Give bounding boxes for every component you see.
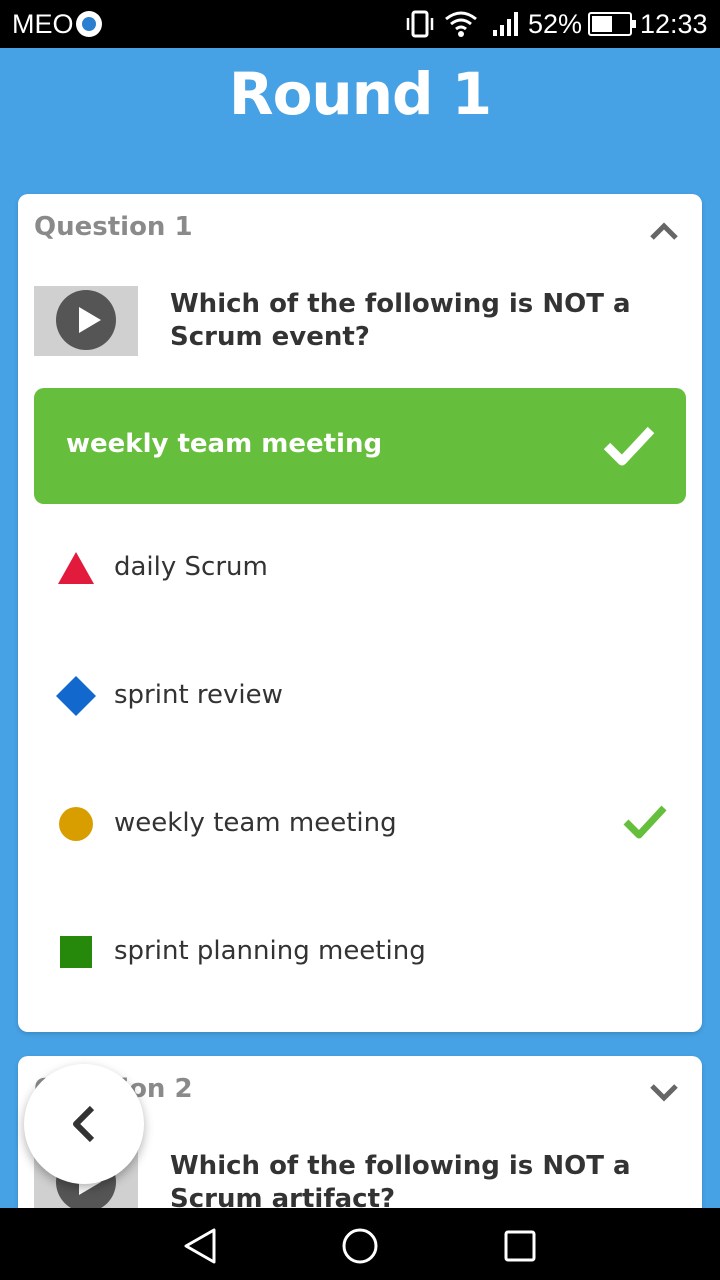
question-label: Question 1 — [34, 212, 193, 242]
carrier-logo-icon — [76, 11, 102, 37]
chevron-down-icon[interactable] — [648, 1082, 680, 1104]
page-title: Round 1 — [228, 60, 492, 128]
answer-label: weekly team meeting — [114, 808, 397, 838]
question-text: Which of the following is NOT a Scrum ev… — [170, 289, 631, 352]
square-icon — [60, 936, 92, 968]
home-circle-icon[interactable] — [340, 1226, 380, 1266]
chevron-left-icon — [73, 1105, 95, 1143]
correct-answer-banner: weekly team meeting — [34, 388, 686, 504]
signal-icon — [493, 12, 518, 36]
correct-checkmark-icon — [623, 805, 667, 839]
back-button[interactable] — [24, 1064, 144, 1184]
answer-label: sprint review — [114, 680, 283, 710]
triangle-icon — [58, 552, 94, 584]
carrier-name: MEO — [12, 9, 74, 39]
correct-answer-text: weekly team meeting — [66, 429, 383, 459]
answer-label: sprint planning meeting — [114, 936, 426, 966]
battery-percent: 52% — [528, 9, 583, 39]
answer-option: sprint planning meeting — [18, 922, 702, 982]
answer-option: weekly team meeting — [18, 794, 702, 854]
navigation-bar — [0, 1208, 720, 1280]
circle-icon — [59, 807, 93, 841]
answer-option: sprint review — [18, 666, 702, 726]
question-media-thumbnail[interactable] — [34, 286, 138, 356]
diamond-icon — [56, 676, 96, 716]
play-icon[interactable] — [56, 290, 116, 350]
clock: 12:33 — [640, 9, 708, 39]
question-text: Which of the following is NOT a Scrum ar… — [170, 1151, 631, 1214]
question-card-1: Question 1 Which of the following is NOT… — [18, 194, 702, 1032]
chevron-up-icon[interactable] — [648, 220, 680, 242]
answer-label: daily Scrum — [114, 552, 268, 582]
wifi-icon — [445, 11, 477, 37]
battery-icon — [588, 12, 636, 36]
answer-option: daily Scrum — [18, 538, 702, 598]
recents-square-icon[interactable] — [502, 1226, 538, 1262]
back-triangle-icon[interactable] — [180, 1226, 220, 1266]
checkmark-icon — [603, 426, 655, 466]
vibrate-icon — [406, 10, 434, 38]
status-bar: MEO 52% 12:33 — [0, 0, 720, 48]
